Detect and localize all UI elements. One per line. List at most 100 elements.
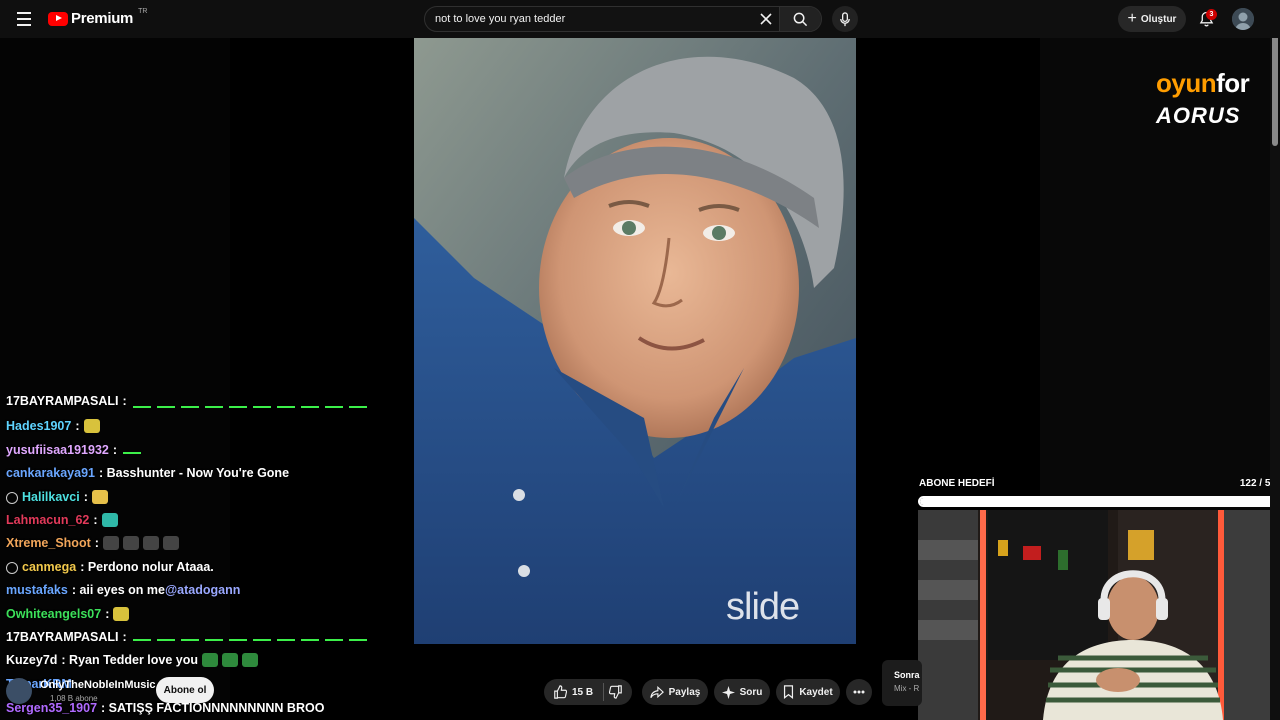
webcam-image bbox=[918, 510, 1270, 720]
chat-username: Lahmacun_62 bbox=[6, 513, 90, 527]
chat-text: : bbox=[105, 607, 110, 621]
chat-username: 17BAYRAMPASALI bbox=[6, 396, 119, 408]
youtube-play-icon bbox=[48, 11, 68, 26]
up-next-title: Sonra bbox=[894, 670, 920, 680]
chat-text: : bbox=[93, 513, 98, 527]
bookmark-icon bbox=[784, 685, 794, 699]
menu-icon bbox=[17, 12, 31, 14]
emote-icon bbox=[101, 513, 118, 527]
search-box bbox=[424, 6, 822, 32]
chat-username: Xtreme_Shoot bbox=[6, 536, 91, 550]
sponsor-logo-text: oyunfor bbox=[1156, 68, 1250, 98]
subscribe-button[interactable]: Abone ol bbox=[156, 677, 214, 703]
goal-progress-fill bbox=[920, 498, 1270, 505]
chat-text: : Perdono nolur Ataaa. bbox=[80, 560, 214, 574]
voice-search-button[interactable] bbox=[832, 6, 858, 32]
close-icon bbox=[760, 13, 772, 25]
account-avatar[interactable] bbox=[1232, 8, 1254, 30]
portrait-image bbox=[414, 38, 856, 644]
notification-badge: 3 bbox=[1206, 9, 1217, 20]
menu-button[interactable] bbox=[12, 8, 36, 30]
badge-icon bbox=[6, 562, 18, 574]
more-actions-button[interactable] bbox=[846, 679, 872, 705]
chat-message: yusufiisaa191932: bbox=[6, 440, 142, 460]
chat-message: mustafaks: aii eyes on me @atadogann bbox=[6, 580, 240, 600]
top-bar: Premium TR + Oluştur 3 bbox=[0, 0, 1280, 38]
chat-text: : bbox=[94, 536, 99, 550]
chat-message: cankarakaya91: Basshunter - Now You're G… bbox=[6, 463, 289, 483]
like-count: 15 B bbox=[571, 686, 594, 698]
avatar-image bbox=[1232, 8, 1254, 30]
save-button[interactable]: Kaydet bbox=[776, 679, 840, 705]
chat-overlay: 17BAYRAMPASALI: Hades1907: yusufiisaa19193… bbox=[6, 396, 406, 720]
chat-message: Owhiteangels07: bbox=[6, 604, 130, 624]
search-icon bbox=[793, 12, 808, 26]
emote-strip bbox=[123, 446, 142, 454]
logo-text: Premium bbox=[71, 10, 134, 27]
chat-username: Hades1907 bbox=[6, 419, 72, 433]
emote-icon bbox=[113, 607, 130, 621]
clear-search-button[interactable] bbox=[753, 6, 779, 32]
microphone-icon bbox=[840, 11, 850, 26]
streamer-webcam bbox=[918, 510, 1270, 720]
chat-mention: @atadogann bbox=[164, 583, 241, 597]
like-dislike-group: 15 B bbox=[544, 679, 632, 705]
create-label: Oluştur bbox=[1140, 13, 1177, 25]
emote-icon bbox=[91, 490, 108, 504]
emote-strip bbox=[132, 400, 367, 408]
share-label: Paylaş bbox=[668, 686, 701, 698]
badge-icon bbox=[6, 492, 18, 504]
emote-icon bbox=[202, 653, 219, 667]
chat-message: 17BAYRAMPASALI: bbox=[6, 396, 367, 408]
goal-count: 122 / 50 bbox=[1239, 478, 1270, 489]
sponsor-secondary-logo: AORUS bbox=[1156, 103, 1241, 128]
chat-text: : SATIŞŞ FACTIONNNNNNNNN BROO bbox=[101, 701, 325, 715]
channel-subscribers: 1,08 B abone bbox=[50, 694, 98, 703]
chat-message: Xtreme_Shoot: bbox=[6, 533, 179, 553]
video-player[interactable]: slide oyunfor AORUS 17BAYRAMPASALI: Hades… bbox=[0, 38, 1270, 720]
dislike-button[interactable] bbox=[609, 685, 623, 699]
goal-progress-bar bbox=[918, 496, 1270, 507]
sponsor-logo: oyunfor AORUS bbox=[1156, 68, 1250, 129]
chat-message: Hades1907: bbox=[6, 416, 100, 436]
logo-region: TR bbox=[138, 8, 148, 15]
chat-message: 17BAYRAMPASALI: bbox=[6, 627, 367, 647]
up-next-subtitle: Mix - R bbox=[894, 684, 920, 693]
chat-message: canmega: Perdono nolur Ataaa. bbox=[6, 557, 214, 577]
up-next-card[interactable]: Sonra Mix - R bbox=[882, 660, 922, 706]
chat-username: cankarakaya91 bbox=[6, 466, 95, 480]
chat-username: mustafaks bbox=[6, 583, 68, 597]
chat-message: Halilkavci: bbox=[6, 487, 108, 507]
youtube-premium-logo[interactable]: Premium TR bbox=[48, 8, 148, 27]
emote-strip bbox=[132, 633, 367, 641]
more-icon bbox=[853, 690, 865, 694]
page-scrollbar[interactable] bbox=[1270, 0, 1280, 720]
emote-icon bbox=[162, 536, 179, 550]
chat-username: 17BAYRAMPASALI bbox=[6, 630, 119, 644]
chat-text: : aii eyes on me bbox=[71, 583, 165, 597]
search-button[interactable] bbox=[779, 7, 821, 31]
chat-username: yusufiisaa191932 bbox=[6, 443, 109, 457]
ask-button[interactable]: Soru bbox=[714, 679, 770, 705]
channel-info bbox=[6, 674, 38, 708]
search-input[interactable] bbox=[425, 7, 753, 31]
thumbs-up-icon bbox=[554, 685, 567, 699]
channel-name[interactable]: OnlyTheNobleInMusic bbox=[40, 679, 156, 691]
chat-text: : Ryan Tedder love you bbox=[61, 653, 199, 667]
like-button[interactable]: 15 B bbox=[553, 683, 605, 701]
emote-icon bbox=[142, 536, 159, 550]
chat-username: canmega bbox=[22, 560, 77, 574]
chat-text: : Basshunter - Now You're Gone bbox=[98, 466, 290, 480]
chat-username: Kuzey7d bbox=[6, 653, 58, 667]
emote-icon bbox=[83, 419, 100, 433]
share-button[interactable]: Paylaş bbox=[642, 679, 708, 705]
share-icon bbox=[649, 685, 664, 698]
chat-text: : bbox=[122, 630, 127, 644]
chat-text: : bbox=[75, 419, 80, 433]
chat-message: Lahmacun_62: bbox=[6, 510, 118, 530]
channel-avatar[interactable] bbox=[6, 678, 32, 704]
shared-photo: slide bbox=[414, 38, 856, 644]
create-button[interactable]: + Oluştur bbox=[1118, 6, 1186, 32]
plus-icon: + bbox=[1127, 10, 1137, 27]
chat-message: Kuzey7d: Ryan Tedder love you bbox=[6, 650, 259, 670]
